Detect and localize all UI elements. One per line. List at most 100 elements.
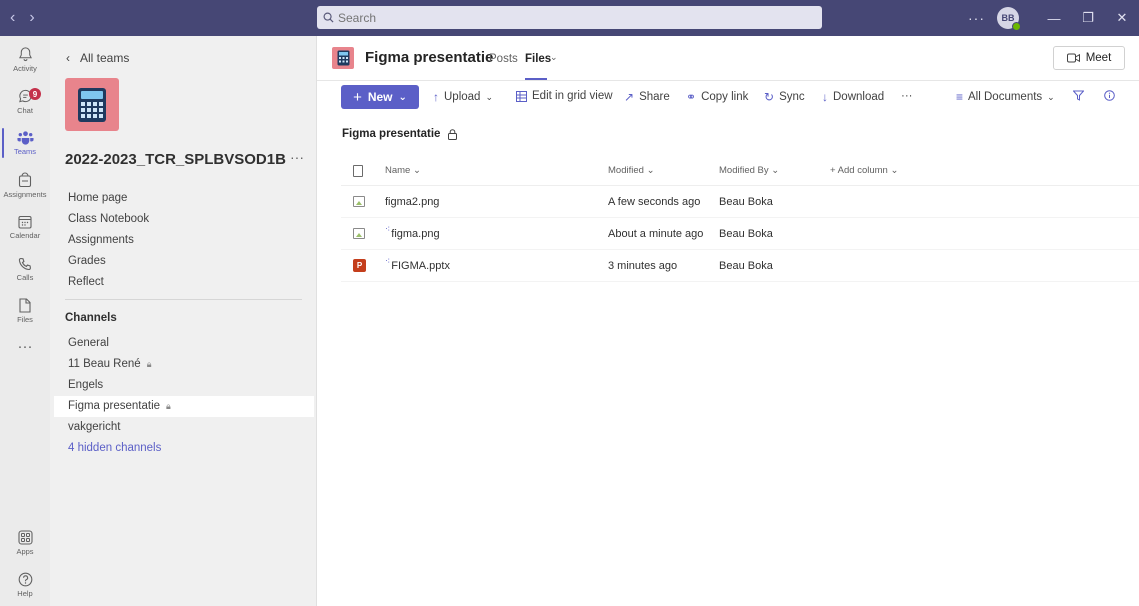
teams-icon	[16, 131, 34, 145]
team-more-button[interactable]: ···	[290, 149, 304, 165]
column-label: Modified	[608, 165, 644, 176]
list-view-icon: ≡	[956, 90, 964, 104]
hidden-channels-link[interactable]: 4 hidden channels	[54, 438, 314, 459]
file-name-cell[interactable]: ⁖ FIGMA.pptx	[385, 250, 450, 281]
search-icon	[323, 12, 334, 23]
chevron-down-icon: ⌄	[646, 165, 655, 176]
table-row[interactable]: P ⁖ FIGMA.pptx 3 minutes ago Beau Boka	[341, 250, 1139, 282]
rail-activity[interactable]: Activity	[0, 38, 50, 80]
new-label: New	[367, 90, 393, 104]
minimize-button[interactable]: —	[1037, 0, 1071, 36]
edit-grid-button[interactable]: Edit in grid view	[516, 90, 613, 102]
modified-cell: About a minute ago	[608, 227, 704, 240]
upload-icon: ↑	[433, 90, 439, 104]
history-nav: ‹ ›	[10, 0, 35, 36]
add-column-button[interactable]: + Add column ⌄	[830, 156, 898, 185]
column-label: Modified By	[719, 165, 769, 176]
chevron-down-icon: ⌄	[398, 91, 407, 103]
rail-label: Files	[17, 315, 33, 324]
channel-figma-presentatie[interactable]: Figma presentatie 🔒︎	[54, 396, 314, 417]
tab-posts[interactable]: Posts	[489, 53, 518, 65]
sync-button[interactable]: ↻ Sync	[764, 90, 805, 104]
view-label: All Documents	[968, 91, 1043, 103]
channel-general[interactable]: General	[54, 333, 314, 354]
share-button[interactable]: ↗ Share	[624, 90, 670, 104]
toolbar-more-button[interactable]: ···	[901, 90, 913, 102]
apps-icon	[17, 530, 33, 545]
column-label: + Add column	[830, 165, 888, 176]
download-button[interactable]: ↓ Download	[822, 90, 884, 104]
nav-item-reflect[interactable]: Reflect	[68, 272, 149, 293]
maximize-button[interactable]: ❐	[1071, 0, 1105, 36]
forward-arrow-icon[interactable]: ›	[29, 9, 34, 27]
all-teams-link[interactable]: ‹ All teams	[66, 51, 129, 65]
nav-item-home-page[interactable]: Home page	[68, 188, 149, 209]
file-type-cell: P	[353, 250, 366, 281]
info-button[interactable]	[1104, 90, 1115, 101]
nav-item-assignments[interactable]: Assignments	[68, 230, 149, 251]
rail-chat[interactable]: Chat 9	[0, 80, 50, 122]
search-box[interactable]	[317, 6, 822, 29]
meet-label: Meet	[1085, 52, 1112, 64]
channel-11-beau-rene[interactable]: 11 Beau René 🔒︎	[54, 354, 314, 375]
info-icon	[1104, 90, 1115, 101]
new-button[interactable]: + New ⌄	[341, 85, 419, 109]
rail-help[interactable]: Help	[0, 564, 50, 606]
tab-files[interactable]: Files	[525, 53, 551, 65]
rail-apps[interactable]: Apps	[0, 522, 50, 564]
share-label: Share	[639, 91, 670, 103]
image-file-icon	[353, 196, 365, 207]
upload-button[interactable]: ↑ Upload ⌄	[433, 90, 493, 104]
copy-link-button[interactable]: ⚭ Copy link	[686, 90, 748, 104]
more-options-button[interactable]: ···	[968, 10, 985, 26]
table-row[interactable]: ⁖ figma.png About a minute ago Beau Boka	[341, 218, 1139, 250]
download-label: Download	[833, 91, 885, 103]
rail-more-apps[interactable]: ···	[0, 326, 50, 368]
filter-button[interactable]	[1073, 90, 1084, 101]
close-button[interactable]: ✕	[1105, 0, 1139, 36]
chevron-left-icon: ‹	[66, 51, 70, 65]
file-type-column-header[interactable]	[353, 156, 363, 185]
modified-by-column-header[interactable]: Modified By ⌄	[719, 156, 779, 185]
file-type-cell	[353, 218, 365, 249]
file-name: FIGMA.pptx	[391, 259, 450, 272]
powerpoint-file-icon: P	[353, 259, 366, 272]
column-label: Name	[385, 165, 411, 176]
file-name-cell[interactable]: figma2.png	[385, 186, 439, 217]
chevron-down-icon: ⌄	[890, 165, 899, 176]
bell-icon	[18, 46, 32, 61]
nav-item-class-notebook[interactable]: Class Notebook	[68, 209, 149, 230]
rail-teams[interactable]: Teams	[0, 122, 50, 164]
copy-link-label: Copy link	[701, 91, 749, 103]
avatar[interactable]: BB	[997, 7, 1021, 31]
rail-assignments[interactable]: Assignments	[0, 164, 50, 206]
help-icon	[18, 572, 32, 587]
view-selector[interactable]: ≡ All Documents ⌄	[956, 90, 1055, 104]
sync-icon: ↻	[764, 90, 775, 104]
search-input[interactable]	[338, 10, 798, 25]
meet-button[interactable]: Meet	[1053, 46, 1125, 70]
back-arrow-icon[interactable]: ‹	[10, 9, 15, 27]
sync-label: Sync	[779, 91, 805, 103]
rail-calls[interactable]: Calls	[0, 248, 50, 290]
table-row[interactable]: figma2.png A few seconds ago Beau Boka	[341, 186, 1139, 218]
chevron-down-icon: ⌄	[412, 165, 421, 176]
plus-icon: +	[353, 88, 362, 106]
modified-cell: A few seconds ago	[608, 195, 701, 208]
file-name-cell[interactable]: ⁖ figma.png	[385, 218, 440, 249]
team-avatar	[65, 78, 119, 131]
breadcrumb-folder[interactable]: Figma presentatie	[342, 128, 440, 140]
channel-label: Engels	[68, 379, 104, 391]
presence-available-icon	[1012, 22, 1021, 31]
upload-label: Upload	[444, 91, 481, 103]
modified-column-header[interactable]: Modified ⌄	[608, 156, 655, 185]
channel-vakgericht[interactable]: vakgericht	[54, 417, 314, 438]
channel-engels[interactable]: Engels	[54, 375, 314, 396]
rail-calendar[interactable]: Calendar	[0, 206, 50, 248]
chevron-down-icon: ⌄	[771, 165, 780, 176]
name-column-header[interactable]: Name ⌄	[385, 156, 421, 185]
video-camera-icon	[1066, 53, 1080, 63]
nav-item-grades[interactable]: Grades	[68, 251, 149, 272]
new-file-sparkle-icon: ⁖	[385, 224, 391, 234]
chevron-down-icon[interactable]: ⌄	[550, 52, 558, 63]
